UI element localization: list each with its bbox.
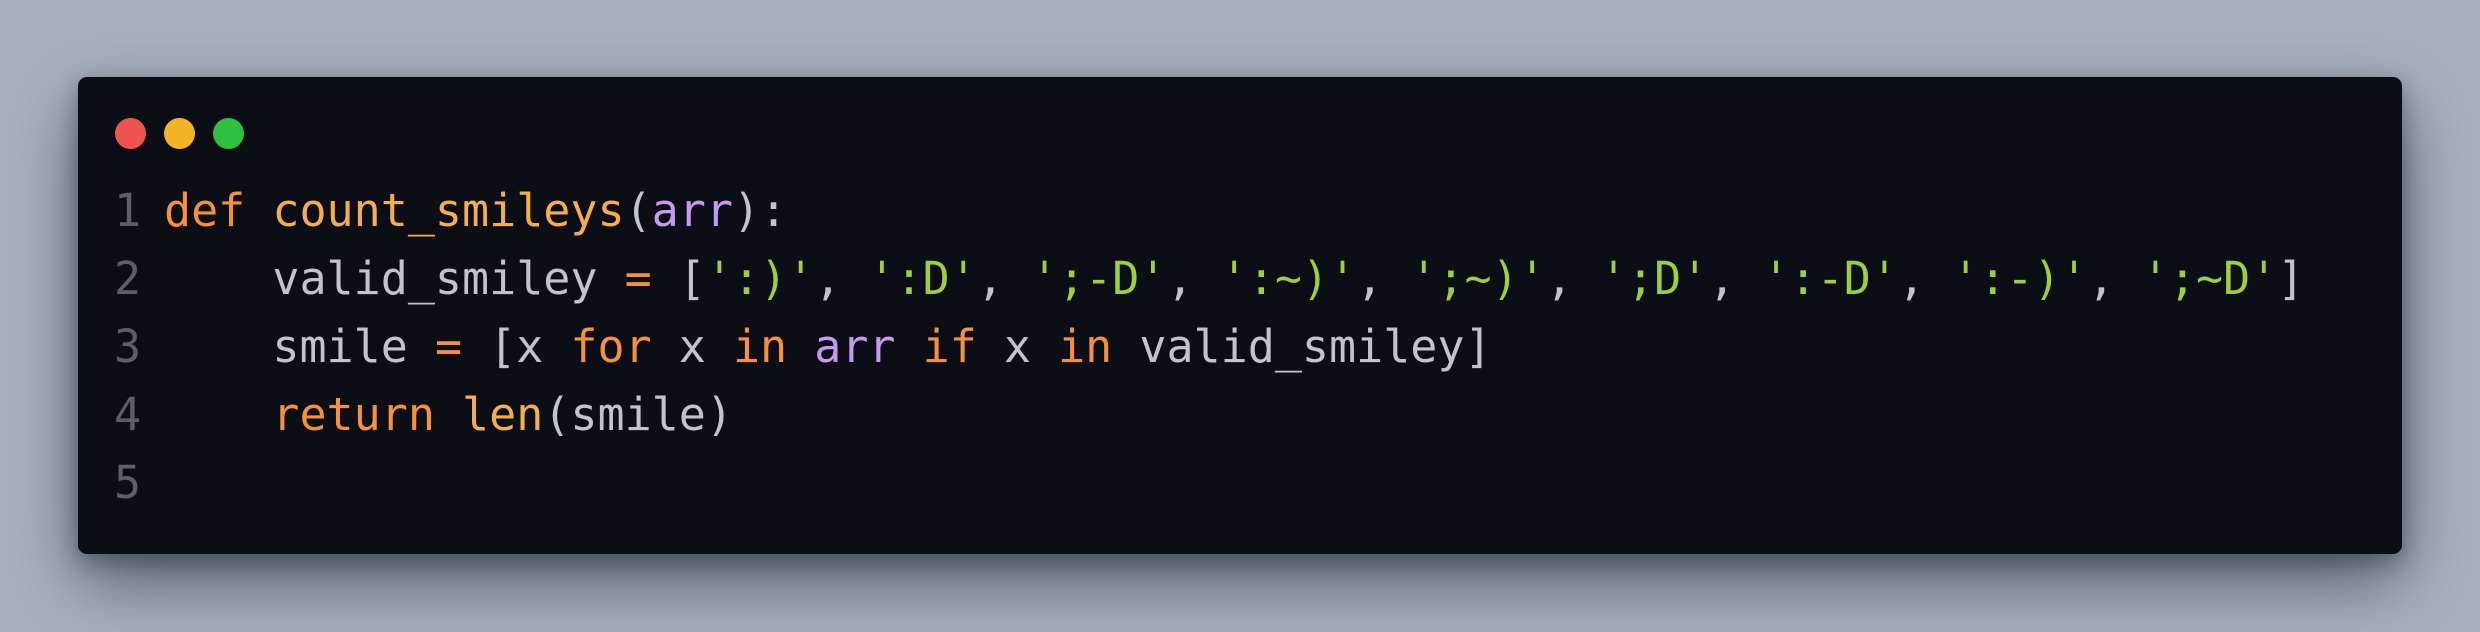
code-token: , xyxy=(1708,252,1763,305)
code-token: x xyxy=(976,320,1059,373)
window-controls xyxy=(115,118,244,149)
code-token: ';~D' xyxy=(2141,252,2278,305)
code-token: ] xyxy=(2277,252,2305,305)
code-line: 4 return len(smile) xyxy=(78,381,2402,449)
code-token: = xyxy=(434,320,463,373)
close-dot-icon[interactable] xyxy=(115,118,146,149)
line-number: 1 xyxy=(114,184,142,237)
code-text: def count_smileys(arr): xyxy=(164,177,787,245)
line-number: 2 xyxy=(114,252,142,305)
code-token: in xyxy=(732,320,788,373)
code-token: ':D' xyxy=(868,252,977,305)
code-token: ':-)' xyxy=(1952,252,2088,305)
code-token: , xyxy=(1166,252,1221,305)
code-token: count_smileys xyxy=(272,184,625,237)
code-token: ':~)' xyxy=(1220,252,1357,305)
code-token: if xyxy=(922,320,977,373)
line-number: 3 xyxy=(114,320,142,373)
code-token: ':)' xyxy=(705,252,815,305)
code-token: , xyxy=(814,252,869,305)
code-token: , xyxy=(1545,252,1600,305)
code-window: 1 def count_smileys(arr): 2 valid_smiley =… xyxy=(78,77,2402,554)
code-token: ';D' xyxy=(1599,252,1709,305)
code-token: def xyxy=(164,184,246,237)
code-token: ':-D' xyxy=(1762,252,1898,305)
code-token: ( xyxy=(624,184,652,237)
code-token: return xyxy=(272,388,435,441)
code-token: for xyxy=(570,320,652,373)
code-token: = xyxy=(624,252,652,305)
code-line: 3 smile = [x for x in arr if x in valid_… xyxy=(78,313,2402,381)
code-token: [x xyxy=(462,320,571,373)
code-token: , xyxy=(1356,252,1411,305)
code-token: [ xyxy=(651,252,706,305)
code-token: , xyxy=(2087,252,2142,305)
code-line: 5 xyxy=(78,449,2402,517)
code-token: , xyxy=(1897,252,1953,305)
code-token: x xyxy=(651,320,733,373)
code-block: 1 def count_smileys(arr): 2 valid_smiley =… xyxy=(78,177,2402,517)
code-line: 2 valid_smiley = [':)', ':D', ';-D', ':~… xyxy=(78,245,2402,313)
code-line: 1 def count_smileys(arr): xyxy=(78,177,2402,245)
code-token: len xyxy=(462,388,544,441)
code-text: return len(smile) xyxy=(164,381,733,449)
code-token: valid_smiley] xyxy=(1112,320,1492,373)
code-token: smile xyxy=(164,320,435,373)
code-token: , xyxy=(976,252,1031,305)
code-token: in xyxy=(1058,320,1113,373)
line-number: 5 xyxy=(114,456,142,509)
code-token: arr xyxy=(814,320,896,373)
code-token: (smile) xyxy=(543,388,733,441)
code-token: arr xyxy=(651,184,733,237)
code-text: valid_smiley = [':)', ':D', ';-D', ':~)'… xyxy=(164,245,2304,313)
code-token: ';~)' xyxy=(1410,252,1546,305)
minimize-dot-icon[interactable] xyxy=(164,118,195,149)
code-token: ';-D' xyxy=(1030,252,1167,305)
maximize-dot-icon[interactable] xyxy=(213,118,244,149)
code-text: smile = [x for x in arr if x in valid_sm… xyxy=(164,313,1492,381)
code-token: ): xyxy=(732,184,788,237)
line-number: 4 xyxy=(114,388,142,441)
code-token: valid_smiley xyxy=(164,252,625,305)
